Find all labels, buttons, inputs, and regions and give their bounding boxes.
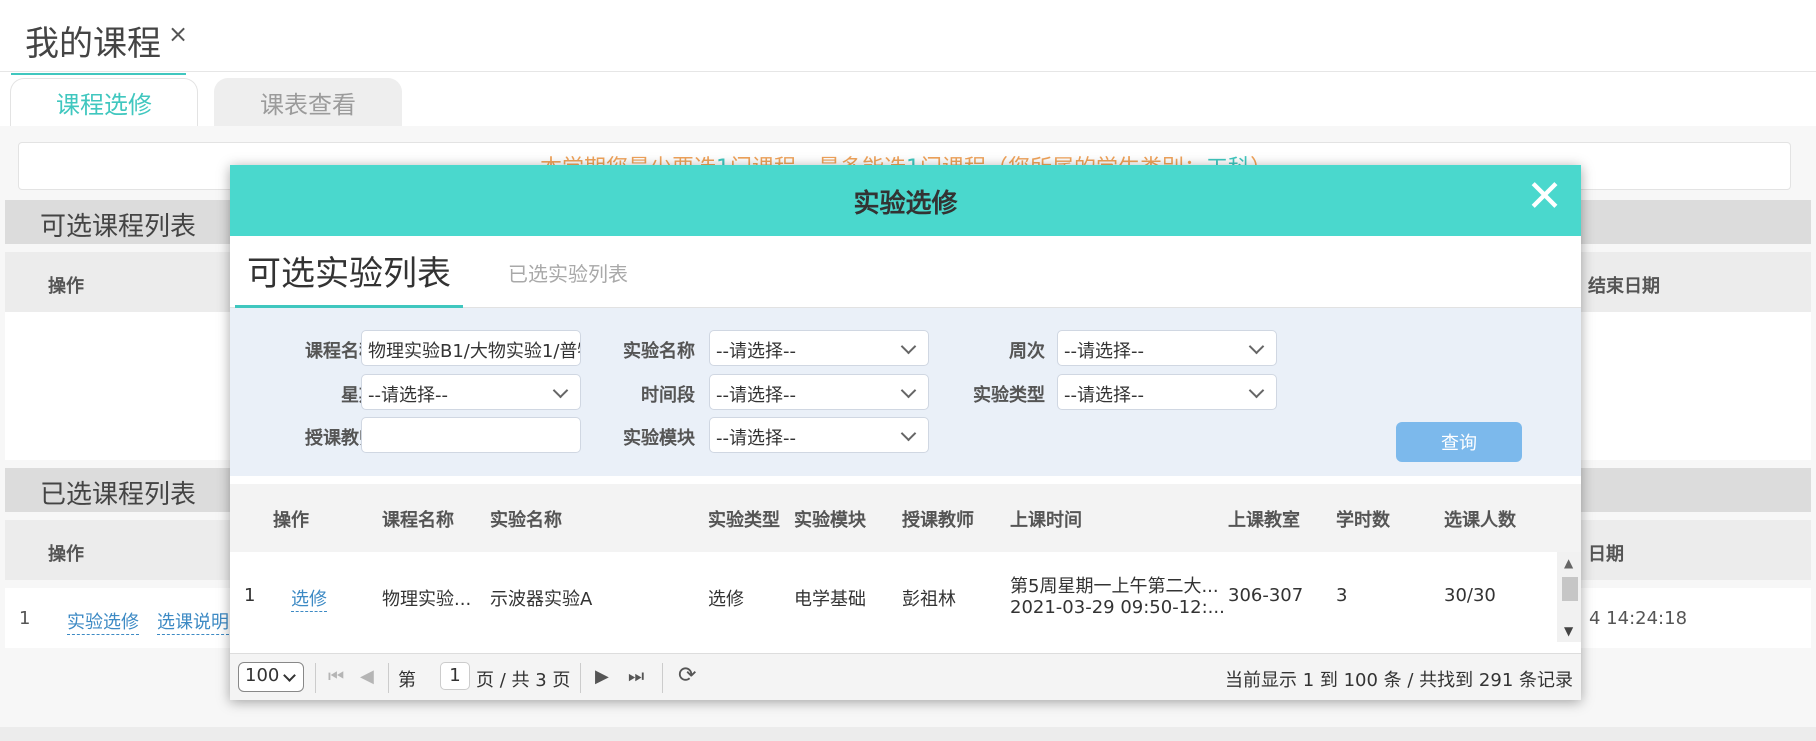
- row-teacher: 彭祖林: [902, 589, 956, 610]
- modal-header: 实验选修 ✕: [230, 165, 1581, 236]
- tab-available-experiments[interactable]: 可选实验列表: [235, 236, 463, 308]
- query-button[interactable]: 查询: [1396, 422, 1522, 462]
- tab-selected-experiments[interactable]: 已选实验列表: [508, 258, 628, 287]
- period-value: --请选择--: [716, 385, 796, 406]
- divider: [580, 663, 581, 693]
- experiment-type-select[interactable]: --请选择--: [1057, 374, 1277, 410]
- week-value: --请选择--: [1064, 341, 1144, 362]
- close-tab-icon[interactable]: ×: [168, 20, 188, 48]
- page-number-input[interactable]: 1: [440, 662, 470, 690]
- row-end-date: 4 14:24:18: [1589, 608, 1688, 629]
- tab-course-selection[interactable]: 课程选修: [10, 73, 198, 126]
- row-experiment-module: 电学基础: [794, 589, 866, 610]
- refresh-icon[interactable]: ⟳: [678, 663, 696, 688]
- scroll-thumb[interactable]: [1562, 577, 1578, 601]
- divider: [388, 663, 389, 693]
- pagination-bar: 100 ⏮ ◀ 第 1 页 / 共 3 页 ▶ ⏭ ⟳ 当前显示 1 到 100…: [230, 653, 1581, 700]
- week-label: 周次: [1009, 341, 1045, 362]
- col-teacher: 授课教师: [902, 510, 974, 531]
- col-course-name: 课程名称: [382, 510, 454, 531]
- row-time-line1: 第5周星期一上午第二大...: [1010, 576, 1219, 597]
- record-info: 当前显示 1 到 100 条 / 共找到 291 条记录: [1224, 670, 1573, 691]
- row-index: 1: [19, 608, 31, 629]
- experiment-modal: 实验选修 ✕ 可选实验列表 已选实验列表 课程名称 物理实验B1/大物实验1/普…: [230, 165, 1581, 700]
- row-classroom: 306-307: [1228, 585, 1304, 606]
- page-size-select[interactable]: 100: [238, 662, 304, 692]
- module-select[interactable]: --请选择--: [709, 417, 929, 453]
- available-section-title: 可选课程列表: [40, 212, 197, 242]
- modal-title: 实验选修: [853, 189, 958, 219]
- table-scrollbar[interactable]: ▲ ▼: [1557, 552, 1581, 642]
- selected-section-title: 已选课程列表: [40, 480, 197, 510]
- col-operation: 操作: [273, 510, 309, 531]
- col-enrolled: 选课人数: [1444, 510, 1516, 531]
- close-icon[interactable]: ✕: [1526, 175, 1563, 219]
- col-hours: 学时数: [1336, 510, 1390, 531]
- page-tabbar: 课程选修 课表查看: [0, 72, 1816, 126]
- period-select[interactable]: --请选择--: [709, 374, 929, 410]
- last-page-icon[interactable]: ⏭: [628, 666, 644, 687]
- col-experiment-type: 实验类型: [708, 510, 780, 531]
- first-page-icon[interactable]: ⏮: [328, 666, 344, 687]
- page-size-value: 100: [245, 665, 280, 686]
- row-hours: 3: [1336, 585, 1348, 606]
- bottom-bar: [0, 727, 1816, 741]
- col-operation: 操作: [48, 544, 84, 565]
- tab-timetable[interactable]: 课表查看: [214, 78, 402, 126]
- page-header: 我的课程 ×: [0, 0, 1816, 72]
- module-label: 实验模块: [623, 428, 695, 449]
- page-prefix: 第: [398, 670, 416, 691]
- next-page-icon[interactable]: ▶: [595, 666, 609, 687]
- scroll-down-icon[interactable]: ▼: [1564, 624, 1573, 638]
- row-course-name: 物理实验...: [382, 589, 472, 610]
- page-total: 页 / 共 3 页: [476, 670, 571, 691]
- experiment-type-value: --请选择--: [1064, 385, 1144, 406]
- table-row: 1 选修 物理实验... 示波器实验A 选修 电学基础 彭祖林 第5周星期一上午…: [230, 552, 1556, 642]
- table-header: 操作 课程名称 实验名称 实验类型 实验模块 授课教师 上课时间 上课教室 学时…: [230, 484, 1581, 552]
- col-end-date: 日期: [1588, 544, 1624, 565]
- week-select[interactable]: --请选择--: [1057, 330, 1277, 366]
- period-label: 时间段: [641, 385, 695, 406]
- col-operation: 操作: [48, 276, 84, 297]
- col-experiment-module: 实验模块: [794, 510, 866, 531]
- weekday-value: --请选择--: [368, 385, 448, 406]
- teacher-input[interactable]: [361, 417, 581, 453]
- divider: [315, 663, 316, 693]
- col-class-time: 上课时间: [1010, 510, 1082, 531]
- row-experiment-type: 选修: [708, 589, 744, 610]
- selection-info-link[interactable]: 选课说明: [157, 608, 229, 635]
- col-experiment-name: 实验名称: [490, 510, 562, 531]
- enroll-link[interactable]: 选修: [291, 585, 327, 612]
- experiment-name-label: 实验名称: [623, 341, 695, 362]
- col-end-date: 结束日期: [1588, 276, 1660, 297]
- row-experiment-name: 示波器实验A: [490, 589, 593, 610]
- module-value: --请选择--: [716, 428, 796, 449]
- col-classroom: 上课教室: [1228, 510, 1300, 531]
- experiment-select-link[interactable]: 实验选修: [67, 608, 139, 635]
- page-title: 我的课程: [25, 24, 161, 64]
- prev-page-icon[interactable]: ◀: [360, 666, 374, 687]
- divider: [662, 663, 663, 693]
- row-enrolled: 30/30: [1444, 585, 1496, 606]
- experiment-name-value: --请选择--: [716, 341, 796, 362]
- row-index: 1: [244, 585, 256, 606]
- scroll-up-icon[interactable]: ▲: [1564, 556, 1573, 570]
- experiment-name-select[interactable]: --请选择--: [709, 330, 929, 366]
- modal-tabs: 可选实验列表 已选实验列表: [230, 236, 1581, 308]
- weekday-select[interactable]: --请选择--: [361, 374, 581, 410]
- experiment-type-label: 实验类型: [973, 385, 1045, 406]
- row-time-line2: 2021-03-29 09:50-12:...: [1010, 597, 1225, 618]
- course-name-input[interactable]: 物理实验B1/大物实验1/普物: [361, 330, 581, 366]
